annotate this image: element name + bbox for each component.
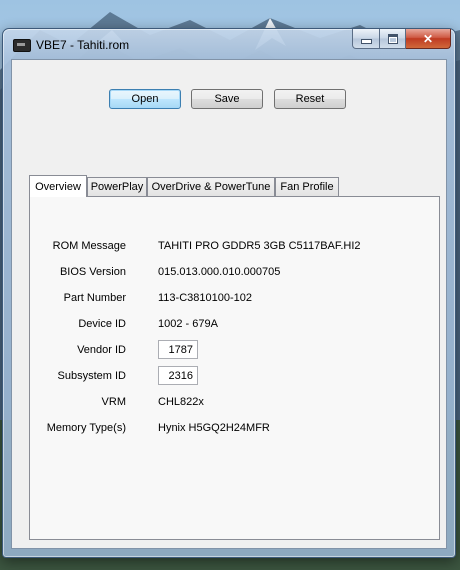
tab-fan-profile[interactable]: Fan Profile xyxy=(275,177,339,196)
gpu-card-icon xyxy=(13,39,31,52)
device-id-value: 1002 - 679A xyxy=(158,318,218,330)
rom-message-value: TAHITI PRO GDDR5 3GB C5117BAF.HI2 xyxy=(158,240,361,252)
part-number-label: Part Number xyxy=(63,292,126,304)
vendor-id-field[interactable]: 1787 xyxy=(158,340,198,359)
open-button[interactable]: Open xyxy=(109,89,181,109)
tab-overview[interactable]: Overview xyxy=(29,175,87,197)
memory-type-label: Memory Type(s) xyxy=(46,422,126,434)
maximize-button[interactable] xyxy=(380,29,406,49)
minimize-icon xyxy=(360,39,372,44)
memory-type-value: Hynix H5GQ2H24MFR xyxy=(158,422,270,434)
reset-button[interactable]: Reset xyxy=(274,89,346,109)
tab-powerplay[interactable]: PowerPlay xyxy=(87,177,147,196)
caption-buttons: ✕ xyxy=(352,29,451,49)
vrm-label: VRM xyxy=(101,396,126,408)
client-area: Open Save Reset Overview PowerPlay OverD… xyxy=(11,59,447,549)
device-id-label: Device ID xyxy=(78,318,126,330)
bios-version-label: BIOS Version xyxy=(59,266,126,278)
subsystem-id-field[interactable]: 2316 xyxy=(158,366,198,385)
save-button[interactable]: Save xyxy=(191,89,263,109)
maximize-icon xyxy=(387,33,398,44)
minimize-button[interactable] xyxy=(352,29,380,49)
tab-overdrive-powertune[interactable]: OverDrive & PowerTune xyxy=(147,177,275,196)
window-title: VBE7 - Tahiti.rom xyxy=(36,38,130,52)
rom-message-label: ROM Message xyxy=(52,240,126,252)
subsystem-id-label: Subsystem ID xyxy=(57,370,126,382)
overview-panel: ROM Message TAHITI PRO GDDR5 3GB C5117BA… xyxy=(29,196,440,540)
close-button[interactable]: ✕ xyxy=(406,29,451,49)
bios-version-value: 015.013.000.010.000705 xyxy=(158,266,281,278)
title-bar[interactable]: VBE7 - Tahiti.rom ✕ xyxy=(3,29,455,61)
vrm-value: CHL822x xyxy=(158,396,204,408)
part-number-value: 113-C3810100-102 xyxy=(158,292,252,304)
app-window: VBE7 - Tahiti.rom ✕ Open Save Reset Over… xyxy=(2,28,456,558)
vendor-id-label: Vendor ID xyxy=(77,344,126,356)
close-icon: ✕ xyxy=(422,31,434,46)
